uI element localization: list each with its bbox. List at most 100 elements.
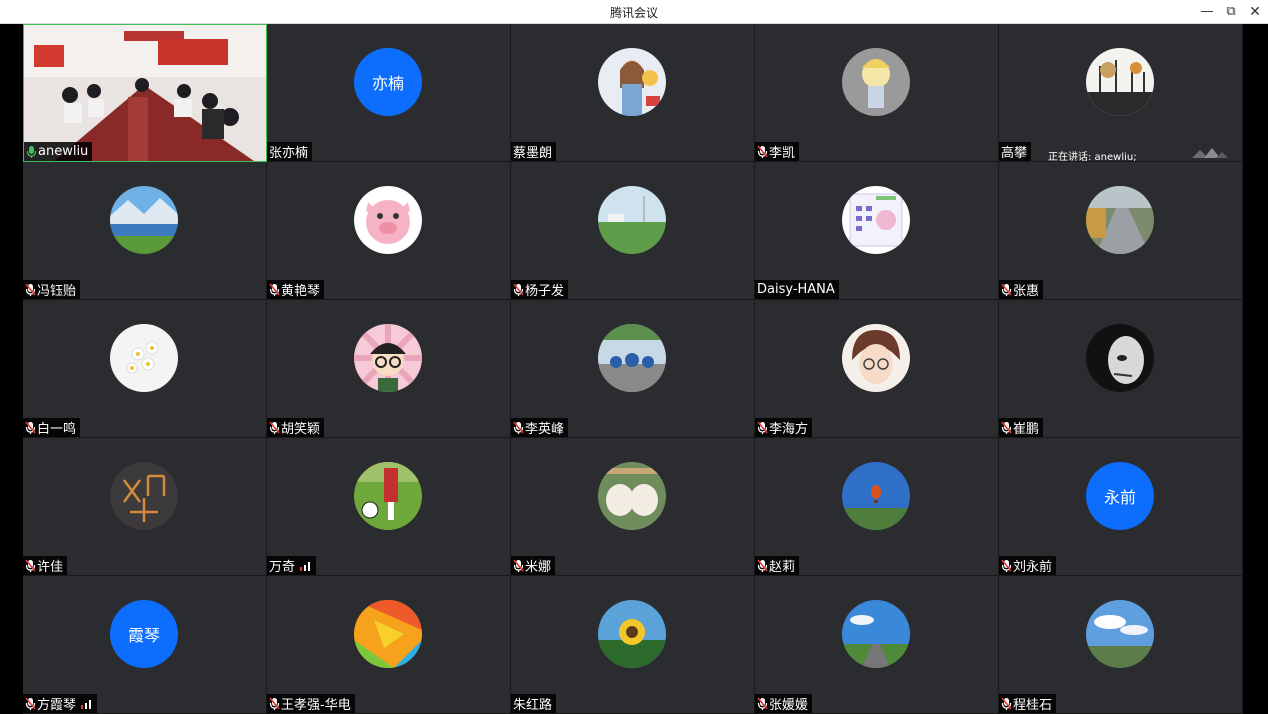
avatar-initials: 亦楠 <box>354 48 422 116</box>
participant-tile[interactable]: 冯钰贻 <box>23 162 267 300</box>
avatar-image <box>842 462 910 530</box>
participant-nametag: 许佳 <box>23 556 68 575</box>
mic-muted-icon <box>1001 558 1012 572</box>
participant-name: 白一鸣 <box>37 422 77 437</box>
participant-nametag: 方霞琴 <box>23 694 98 713</box>
avatar-image <box>598 186 666 254</box>
participant-nametag: 程桂石 <box>999 694 1057 713</box>
participant-name: 刘永前 <box>1013 560 1053 575</box>
participant-nametag: 李英峰 <box>511 418 569 437</box>
participant-nametag: 高攀 <box>999 142 1032 161</box>
participant-tile[interactable]: Daisy-HANA <box>755 162 999 300</box>
avatar-initials: 霞琴 <box>110 600 178 668</box>
participant-tile[interactable]: 杨子发 <box>511 162 755 300</box>
participant-tile[interactable]: 米娜 <box>511 438 755 576</box>
avatar-image <box>1086 324 1154 392</box>
participant-tile[interactable]: 白一鸣 <box>23 300 267 438</box>
participant-name: 高攀 <box>1001 146 1028 161</box>
participant-tile[interactable]: 许佳 <box>23 438 267 576</box>
participant-tile[interactable]: 李英峰 <box>511 300 755 438</box>
participant-nametag: 张惠 <box>999 280 1044 299</box>
mic-muted-icon <box>25 696 36 710</box>
network-signal-icon <box>300 561 311 571</box>
avatar-image <box>110 186 178 254</box>
mic-muted-icon <box>513 420 524 434</box>
maximize-button[interactable]: ⧉ <box>1220 2 1242 22</box>
mic-muted-icon <box>25 558 36 572</box>
mic-muted-icon <box>269 696 280 710</box>
participant-tile[interactable]: 张惠 <box>999 162 1243 300</box>
avatar-image <box>598 48 666 116</box>
avatar-image <box>842 324 910 392</box>
participant-tile[interactable]: 崔鹏 <box>999 300 1243 438</box>
participant-tile[interactable]: 永前刘永前 <box>999 438 1243 576</box>
participant-tile[interactable]: 朱红路 <box>511 576 755 714</box>
participant-name: 李海方 <box>769 422 809 437</box>
participant-name: 黄艳琴 <box>281 284 321 299</box>
participant-nametag: Daisy-HANA <box>755 280 839 299</box>
participant-nametag: 李凯 <box>755 142 800 161</box>
mic-active-icon <box>26 145 37 158</box>
avatar-image <box>354 600 422 668</box>
avatar-image <box>1086 48 1154 116</box>
participant-nametag: 张亦楠 <box>267 142 313 161</box>
participant-name: 崔鹏 <box>1013 422 1040 437</box>
avatar-image <box>354 462 422 530</box>
participant-tile[interactable]: 霞琴方霞琴 <box>23 576 267 714</box>
participant-tile[interactable]: 高攀 <box>999 24 1243 162</box>
participant-tile[interactable]: 亦楠张亦楠 <box>267 24 511 162</box>
avatar-image <box>1086 600 1154 668</box>
mic-muted-icon <box>25 282 36 296</box>
participant-name: 王孝强-华电 <box>281 698 351 713</box>
participant-tile[interactable]: 王孝强-华电 <box>267 576 511 714</box>
participant-nametag: 张媛媛 <box>755 694 813 713</box>
participant-nametag: 胡笑颖 <box>267 418 325 437</box>
mic-muted-icon <box>757 558 768 572</box>
avatar-image <box>842 600 910 668</box>
participant-tile[interactable]: 李凯 <box>755 24 999 162</box>
participant-nametag: 冯钰贻 <box>23 280 81 299</box>
participant-tile[interactable]: 万奇 <box>267 438 511 576</box>
avatar-image <box>598 600 666 668</box>
participant-name: 冯钰贻 <box>37 284 77 299</box>
participant-name: 杨子发 <box>525 284 565 299</box>
avatar-image <box>598 324 666 392</box>
avatar-image <box>110 462 178 530</box>
participant-tile[interactable]: 赵莉 <box>755 438 999 576</box>
avatar-initials: 永前 <box>1086 462 1154 530</box>
participant-tile[interactable]: 李海方 <box>755 300 999 438</box>
participant-nametag: 李海方 <box>755 418 813 437</box>
avatar-image <box>842 186 910 254</box>
avatar-image <box>1086 186 1154 254</box>
participant-nametag: 朱红路 <box>511 694 557 713</box>
participant-tile[interactable]: 张媛媛 <box>755 576 999 714</box>
close-button[interactable]: ✕ <box>1244 2 1266 22</box>
participant-tile[interactable]: 蔡墨朗 <box>511 24 755 162</box>
avatar-image <box>354 324 422 392</box>
participant-nametag: 崔鹏 <box>999 418 1044 437</box>
participant-tile[interactable]: anewliu <box>23 24 267 162</box>
window-title: 腾讯会议 <box>609 6 658 20</box>
participant-nametag: 刘永前 <box>999 556 1057 575</box>
avatar-image <box>842 48 910 116</box>
mic-muted-icon <box>25 420 36 434</box>
participant-name: Daisy-HANA <box>757 282 835 297</box>
avatar-image <box>110 324 178 392</box>
participant-tile[interactable]: 黄艳琴 <box>267 162 511 300</box>
participant-name: 张亦楠 <box>269 146 309 161</box>
mic-muted-icon <box>513 558 524 572</box>
minimize-button[interactable]: — <box>1196 2 1218 22</box>
participant-name: 胡笑颖 <box>281 422 321 437</box>
participant-name: 张惠 <box>1013 284 1040 299</box>
participant-tile[interactable]: 程桂石 <box>999 576 1243 714</box>
mic-muted-icon <box>757 696 768 710</box>
participant-grid: anewliu 亦楠 张亦楠 蔡墨朗 李凯 高攀 冯钰贻 黄艳琴 杨子发 Daisy-HANA 张惠… <box>23 24 1243 714</box>
participant-nametag: anewliu <box>24 142 93 161</box>
participant-nametag: 米娜 <box>511 556 556 575</box>
mic-muted-icon <box>757 420 768 434</box>
participant-nametag: 王孝强-华电 <box>267 694 355 713</box>
mic-muted-icon <box>269 420 280 434</box>
participant-name: 张媛媛 <box>769 698 809 713</box>
mic-muted-icon <box>269 282 280 296</box>
participant-tile[interactable]: 胡笑颖 <box>267 300 511 438</box>
